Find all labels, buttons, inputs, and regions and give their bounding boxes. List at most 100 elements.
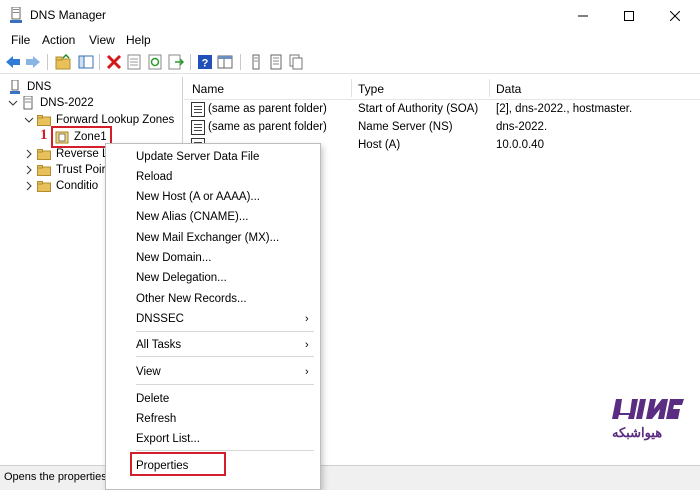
menu-item-update-server-data-file[interactable]: Update Server Data File <box>106 147 320 167</box>
chevron-down-icon[interactable] <box>24 115 34 125</box>
up-folder-icon[interactable] <box>55 54 71 70</box>
menu-item-label: Export List... <box>136 433 200 445</box>
menu-item-new-domain[interactable]: New Domain... <box>106 248 320 268</box>
cell-type: Host (A) <box>358 139 401 151</box>
menu-item-label: New Domain... <box>136 252 212 264</box>
menu-item-label: View <box>136 366 161 378</box>
tree-item-zone1[interactable]: Zone1 <box>51 126 112 148</box>
close-button[interactable] <box>652 0 698 31</box>
tree-label-forward-zones: Forward Lookup Zones <box>56 114 175 126</box>
dns-server-icon <box>10 7 22 23</box>
minimize-button[interactable] <box>560 0 606 31</box>
folder-icon <box>37 148 51 160</box>
list-icon[interactable] <box>268 54 284 70</box>
menu-item-label: Reload <box>136 171 173 183</box>
vertical-scrollbar[interactable] <box>690 77 700 463</box>
record-icon <box>191 120 205 135</box>
forward-icon[interactable] <box>25 54 41 70</box>
menu-item-dnssec[interactable]: DNSSEC › <box>106 309 320 329</box>
status-text: Opens the properties <box>4 471 107 483</box>
tree-item-conditional[interactable]: Conditio <box>24 178 98 194</box>
cell-data: dns-2022. <box>496 121 548 133</box>
menu-bar: File Action View Help <box>0 31 700 49</box>
menu-item-export-list[interactable]: Export List... <box>106 429 320 449</box>
menu-item-label: Delete <box>136 393 170 405</box>
menu-view[interactable]: View <box>89 33 115 47</box>
context-menu: Update Server Data File Reload New Host … <box>105 143 321 490</box>
zone-icon <box>55 131 69 144</box>
tree-item-reverse[interactable]: Reverse L <box>24 146 108 162</box>
menu-help[interactable]: Help <box>126 33 151 47</box>
dns-server-icon <box>10 80 20 94</box>
chevron-right-icon[interactable] <box>24 181 34 191</box>
tree-item-trust[interactable]: Trust Poir <box>24 162 105 178</box>
menu-item-refresh[interactable]: Refresh <box>106 409 320 429</box>
menu-item-label: New Alias (CNAME)... <box>136 211 249 223</box>
title-bar: DNS Manager <box>0 0 700 31</box>
logo-text: هیواشبکه <box>612 425 663 440</box>
menu-item-label: New Delegation... <box>136 272 227 284</box>
highlight-box <box>130 452 226 476</box>
record-icon <box>191 102 205 117</box>
tree-item-dns[interactable]: DNS <box>8 79 51 95</box>
menu-action[interactable]: Action <box>42 33 75 47</box>
submenu-arrow-icon: › <box>305 339 309 351</box>
tree-label-server: DNS-2022 <box>40 97 94 109</box>
maximize-icon <box>624 10 634 21</box>
column-header-data[interactable]: Data <box>496 82 521 96</box>
chevron-right-icon[interactable] <box>24 165 34 175</box>
menu-item-new-mail-exchanger[interactable]: New Mail Exchanger (MX)... <box>106 228 320 248</box>
menu-item-label: Update Server Data File <box>136 151 260 163</box>
delete-icon[interactable] <box>106 54 122 70</box>
table-row[interactable]: (same as parent folder) Name Server (NS)… <box>184 119 700 136</box>
menu-item-other-new-records[interactable]: Other New Records... <box>106 289 320 309</box>
minimize-icon <box>578 15 588 16</box>
cell-data: [2], dns-2022., hostmaster. <box>496 103 633 115</box>
chevron-right-icon[interactable] <box>24 149 34 159</box>
column-header-type[interactable]: Type <box>358 82 384 96</box>
menu-item-properties[interactable]: Properties <box>106 452 320 476</box>
folder-icon <box>37 180 51 192</box>
export-icon[interactable] <box>168 54 184 70</box>
help-icon[interactable]: ? <box>197 54 213 70</box>
cell-data: 10.0.0.40 <box>496 139 544 151</box>
server-icon[interactable] <box>248 54 264 70</box>
menu-item-new-host[interactable]: New Host (A or AAAA)... <box>106 187 320 207</box>
copy-icon[interactable] <box>288 54 304 70</box>
tree-label-trust: Trust Poir <box>56 164 106 176</box>
submenu-arrow-icon: › <box>305 366 309 378</box>
step-number-1: 1 <box>40 127 48 143</box>
show-hide-tree-icon[interactable] <box>78 54 94 70</box>
folder-icon <box>37 164 51 176</box>
menu-item-all-tasks[interactable]: All Tasks › <box>106 335 320 355</box>
column-header-name[interactable]: Name <box>192 82 224 96</box>
back-icon[interactable] <box>5 54 21 70</box>
cell-type: Start of Authority (SOA) <box>358 103 479 115</box>
cell-name: (same as parent folder) <box>208 103 327 115</box>
menu-item-label: Refresh <box>136 413 177 425</box>
svg-text:?: ? <box>202 58 209 70</box>
maximize-button[interactable] <box>606 0 652 31</box>
menu-item-new-alias[interactable]: New Alias (CNAME)... <box>106 207 320 227</box>
menu-item-label: Other New Records... <box>136 293 247 305</box>
menu-item-label: New Host (A or AAAA)... <box>136 191 260 203</box>
menu-item-reload[interactable]: Reload <box>106 167 320 187</box>
view-icon[interactable] <box>217 54 233 70</box>
menu-item-label: DNSSEC <box>136 313 184 325</box>
properties-icon[interactable] <box>126 54 142 70</box>
menu-item-new-delegation[interactable]: New Delegation... <box>106 268 320 288</box>
tree-label-dns: DNS <box>27 81 52 93</box>
refresh-icon[interactable] <box>147 54 163 70</box>
tree-label-conditional: Conditio <box>56 180 99 192</box>
menu-file[interactable]: File <box>11 33 30 47</box>
table-row[interactable]: (same as parent folder) Start of Authori… <box>184 101 700 118</box>
menu-item-delete[interactable]: Delete <box>106 389 320 409</box>
server-icon <box>23 96 33 110</box>
tree-item-server[interactable]: DNS-2022 <box>8 95 94 111</box>
menu-item-view[interactable]: View › <box>106 362 320 382</box>
chevron-down-icon[interactable] <box>8 98 18 108</box>
folder-icon <box>37 114 51 126</box>
toolbar: ? <box>0 50 700 74</box>
close-icon <box>670 10 680 21</box>
tree-label-zone1: Zone1 <box>74 131 107 143</box>
